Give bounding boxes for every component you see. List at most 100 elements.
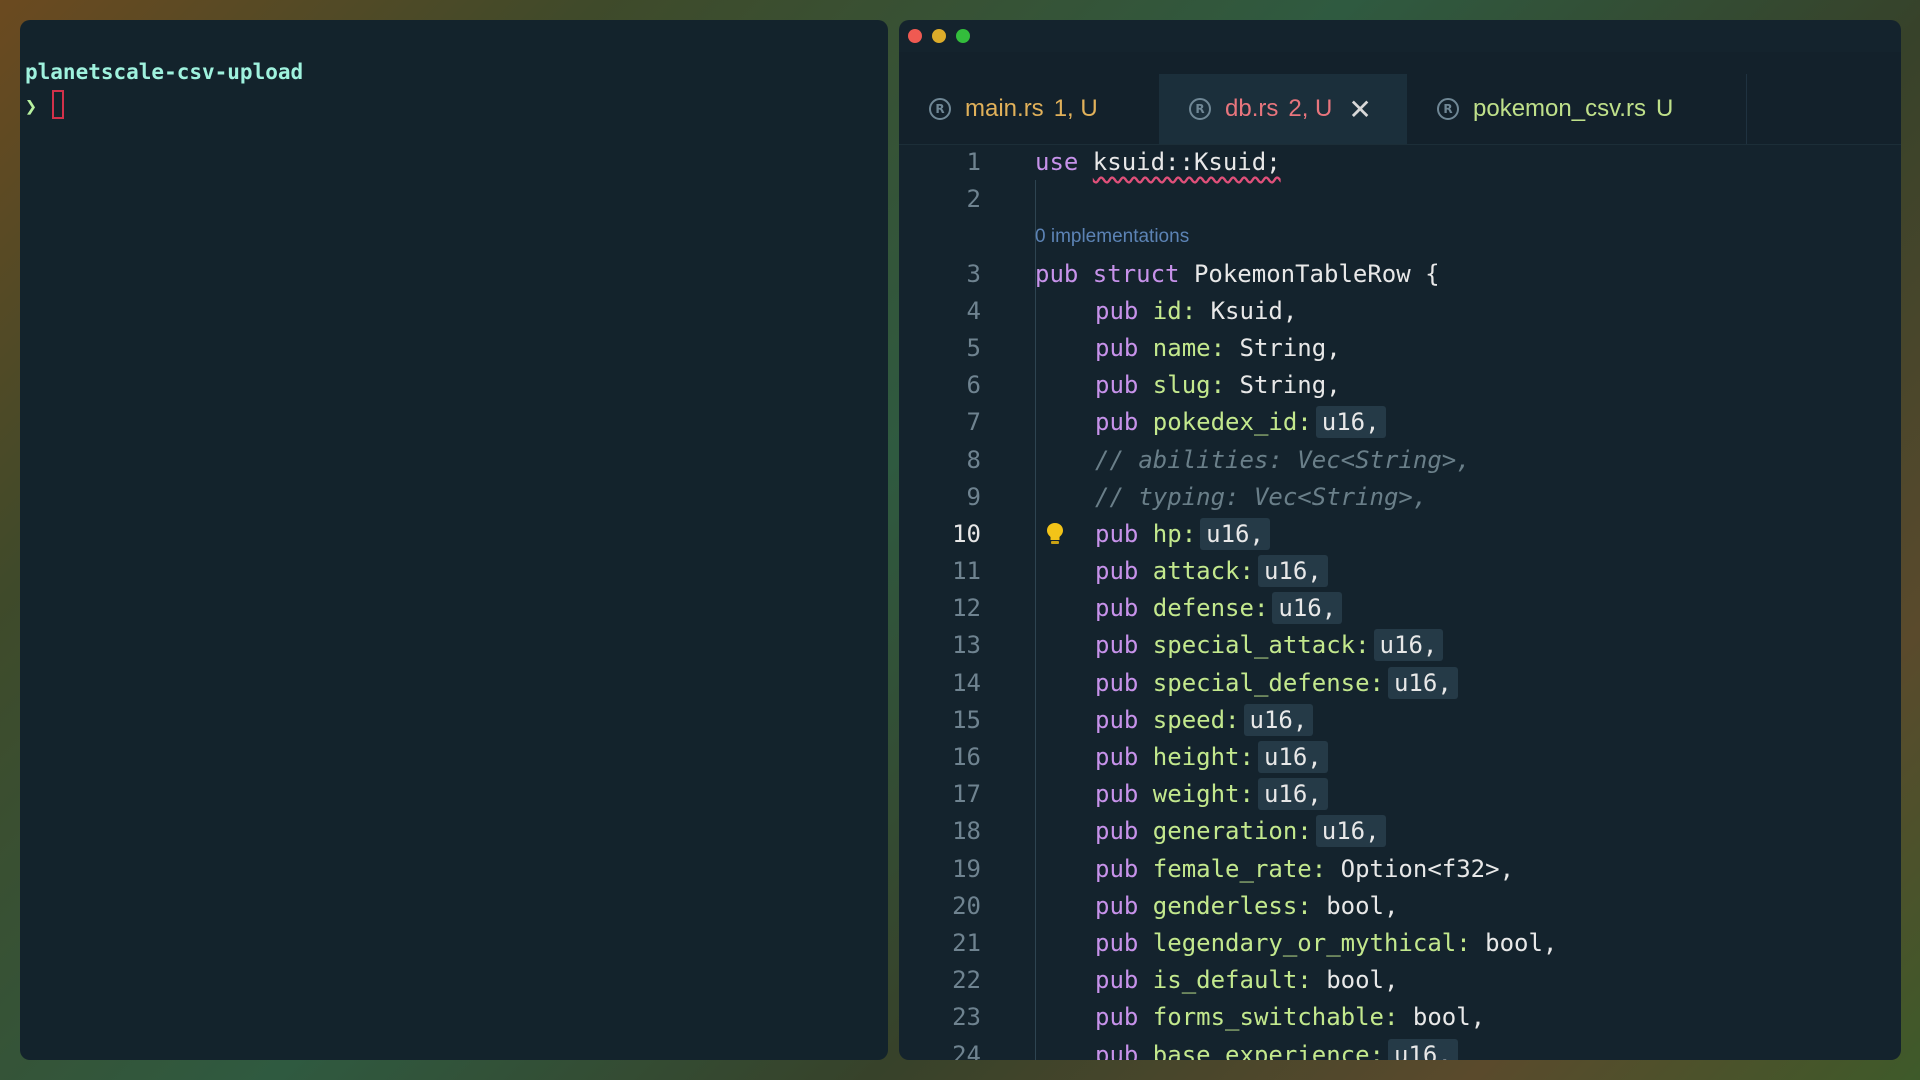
code-type-highlighted: u16, (1272, 592, 1343, 625)
line-number: 6 (966, 371, 981, 400)
editor-window: main.rs 1, U db.rs 2, U ✕ pokemon_csv.rs… (899, 20, 1901, 1060)
code-field-name: legendary_or_mythical: (1152, 928, 1471, 957)
code-type-highlighted: u16, (1315, 815, 1386, 848)
code-field-name: is_default: (1152, 966, 1312, 995)
code-field-name: forms_switchable: (1152, 1003, 1399, 1032)
code-keyword: pub (1095, 668, 1153, 697)
lightbulb-icon[interactable] (1046, 522, 1064, 546)
code-line: 12 pub defense: u16, (899, 590, 1901, 627)
code-type: bool, (1311, 891, 1399, 920)
code-line: 22 pub is_default: bool, (899, 962, 1901, 999)
code-line: 13 pub special_attack: u16, (899, 627, 1901, 664)
code-type: bool, (1311, 966, 1399, 995)
code-line: 23 pub forms_switchable: bool, (899, 999, 1901, 1036)
code-field-name: id: (1152, 296, 1197, 325)
tab-db-rs[interactable]: db.rs 2, U ✕ (1159, 74, 1407, 144)
line-number: 18 (952, 817, 981, 846)
code-type-highlighted: u16, (1387, 666, 1458, 699)
tab-status: 1, U (1053, 95, 1098, 122)
tab-bar: main.rs 1, U db.rs 2, U ✕ pokemon_csv.rs… (899, 52, 1901, 145)
code-line: 18 pub generation: u16, (899, 813, 1901, 850)
tab-status: U (1655, 95, 1674, 122)
code-editor[interactable]: 1 use ksuid::Ksuid; 2 0 implementations 3 pub… (899, 144, 1901, 1060)
code-type-highlighted: u16, (1257, 778, 1328, 811)
code-line: 6 pub slug: String, (899, 367, 1901, 404)
code-type: String, (1225, 333, 1341, 362)
maximize-window-button[interactable] (956, 29, 970, 43)
tab-main-rs[interactable]: main.rs 1, U (899, 74, 1159, 144)
code-field-name: base_experience: (1152, 1040, 1384, 1061)
code-type: bool, (1398, 1003, 1486, 1032)
terminal-pane[interactable]: planetscale-csv-upload ❯ (20, 20, 888, 1060)
line-number: 22 (952, 966, 981, 995)
code-line: 19 pub female_rate: Option<f32>, (899, 851, 1901, 888)
code-line: 20 pub genderless: bool, (899, 888, 1901, 925)
line-number: 15 (952, 705, 981, 734)
line-number: 21 (952, 928, 981, 957)
line-number: 8 (966, 445, 981, 474)
line-number: 16 (952, 743, 981, 771)
code-field-name: pokedex_id: (1152, 408, 1312, 437)
code-text: PokemonTableRow { (1193, 259, 1440, 288)
code-field-name: height: (1152, 743, 1254, 771)
code-line: 10 pub hp: u16, (899, 516, 1901, 553)
tab-pokemon-csv-rs[interactable]: pokemon_csv.rs U (1407, 74, 1747, 144)
code-line: 15 pub speed: u16, (899, 702, 1901, 739)
tab-filename: pokemon_csv.rs (1473, 95, 1646, 122)
code-field-name: name: (1152, 333, 1226, 362)
code-field-name: special_attack: (1152, 631, 1370, 660)
code-keyword: pub (1095, 371, 1153, 400)
code-field-name: attack: (1152, 557, 1254, 586)
code-field-name: special_defense: (1152, 668, 1384, 697)
terminal-cwd: planetscale-csv-upload (25, 60, 304, 84)
line-number: 14 (952, 668, 981, 697)
line-number: 2 (966, 185, 981, 214)
code-keyword: pub (1095, 891, 1153, 920)
code-line: 3 pub struct PokemonTableRow { (899, 256, 1901, 293)
line-number: 13 (952, 631, 981, 660)
line-number: 20 (952, 891, 981, 920)
line-number: 3 (966, 259, 981, 288)
code-text: ksuid::Ksuid; (1092, 148, 1281, 176)
code-keyword: pub (1095, 296, 1153, 325)
code-line: 5 pub name: String, (899, 330, 1901, 367)
terminal-prompt-symbol: ❯ (25, 94, 38, 118)
code-keyword: pub (1095, 631, 1153, 660)
code-type-highlighted: u16, (1200, 517, 1270, 550)
code-line: 17 pub weight: u16, (899, 776, 1901, 813)
window-controls (908, 29, 970, 43)
code-field-name: slug: (1152, 371, 1226, 400)
minimize-window-button[interactable] (932, 29, 946, 43)
code-line: 8 // abilities: Vec<String>, (899, 442, 1901, 479)
code-field-name: hp: (1152, 519, 1197, 548)
code-keyword: pub (1095, 966, 1153, 995)
codelens-implementations[interactable]: 0 implementations (899, 218, 1901, 255)
line-number: 17 (952, 780, 981, 809)
code-type-highlighted: u16, (1373, 629, 1444, 662)
close-tab-icon[interactable]: ✕ (1348, 93, 1371, 126)
code-keyword: pub (1095, 333, 1153, 362)
rust-file-icon (1189, 98, 1211, 120)
close-window-button[interactable] (908, 29, 922, 43)
code-keyword: use (1035, 148, 1093, 176)
code-type: bool, (1470, 928, 1558, 957)
line-number: 9 (966, 482, 981, 511)
code-keyword: pub (1095, 408, 1153, 437)
rust-file-icon (1437, 98, 1459, 120)
code-field-name: female_rate: (1152, 854, 1327, 883)
code-type: Option<f32>, (1326, 854, 1515, 883)
line-number: 19 (952, 854, 981, 883)
code-field-name: genderless: (1152, 891, 1312, 920)
terminal-cursor (52, 90, 64, 119)
code-type: Ksuid, (1196, 296, 1298, 325)
tab-filename: db.rs (1225, 95, 1279, 122)
code-keyword: pub (1095, 928, 1153, 957)
code-line: 4 pub id: Ksuid, (899, 293, 1901, 330)
code-line: 16 pub height: u16, (899, 739, 1901, 776)
rust-file-icon (929, 98, 951, 120)
code-line: 11 pub attack: u16, (899, 553, 1901, 590)
line-number: 7 (966, 408, 981, 437)
line-number: 10 (952, 519, 981, 548)
code-type-highlighted: u16, (1257, 555, 1328, 588)
code-field-name: speed: (1152, 705, 1240, 734)
